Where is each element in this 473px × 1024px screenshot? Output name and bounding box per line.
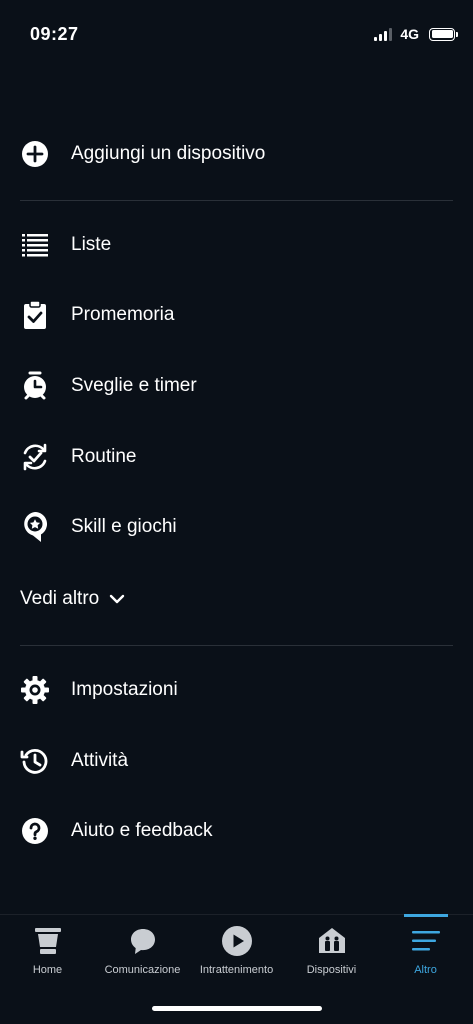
- status-time: 09:27: [30, 24, 79, 44]
- signal-strength-icon: [374, 27, 393, 41]
- menu-item-label: Aggiungi un dispositivo: [71, 143, 266, 164]
- divider: [20, 645, 453, 646]
- battery-icon: [429, 27, 458, 41]
- menu-item-label: Skill e giochi: [71, 516, 177, 537]
- tab-communication[interactable]: Comunicazione: [95, 915, 190, 985]
- status-indicators: 4G: [374, 26, 458, 42]
- plus-circle-icon: [20, 139, 50, 169]
- menu-item-settings[interactable]: Impostazioni: [0, 660, 473, 720]
- routine-check-icon: [20, 442, 50, 472]
- menu-item-label: Impostazioni: [71, 679, 178, 700]
- history-icon: [20, 746, 50, 776]
- tab-label: Dispositivi: [306, 964, 357, 976]
- menu-lines-icon: [410, 925, 442, 957]
- menu-item-label: Sveglie e timer: [71, 375, 197, 396]
- home-indicator[interactable]: [152, 1006, 322, 1011]
- menu-item-label: Promemoria: [71, 304, 175, 325]
- menu-item-label: Liste: [71, 234, 112, 255]
- menu-item-activity[interactable]: Attività: [0, 731, 473, 791]
- chevron-down-icon: [110, 594, 125, 604]
- divider: [20, 200, 453, 201]
- status-bar: 09:27 4G: [0, 0, 473, 70]
- tab-more[interactable]: Altro: [378, 915, 473, 985]
- menu-item-label: Aiuto e feedback: [71, 820, 213, 841]
- tab-label: Home: [32, 964, 63, 976]
- play-icon: [221, 925, 253, 957]
- home-echo-icon: [32, 925, 64, 957]
- gear-icon: [20, 675, 50, 705]
- menu-item-lists[interactable]: Liste: [0, 215, 473, 275]
- chat-bubble-icon: [127, 925, 159, 957]
- see-more-label: Vedi altro: [20, 588, 100, 609]
- help-icon: [20, 816, 50, 846]
- menu-item-label: Routine: [71, 446, 137, 467]
- menu-item-label: Attività: [71, 750, 129, 771]
- skill-star-icon: [20, 512, 50, 542]
- tab-label: Intrattenimento: [199, 964, 274, 976]
- devices-house-icon: [316, 925, 348, 957]
- menu-item-routines[interactable]: Routine: [0, 427, 473, 487]
- menu-item-add-device[interactable]: Aggiungi un dispositivo: [0, 124, 473, 184]
- tab-label: Comunicazione: [104, 964, 181, 976]
- menu-item-skills-games[interactable]: Skill e giochi: [0, 497, 473, 557]
- menu-item-help-feedback[interactable]: Aiuto e feedback: [0, 801, 473, 861]
- clipboard-check-icon: [20, 300, 50, 330]
- network-type: 4G: [400, 26, 419, 42]
- see-more-button[interactable]: Vedi altro: [20, 584, 125, 614]
- tab-label: Altro: [414, 964, 437, 976]
- menu-item-alarms-timers[interactable]: Sveglie e timer: [0, 356, 473, 416]
- tab-entertainment[interactable]: Intrattenimento: [189, 915, 284, 985]
- menu-item-reminders[interactable]: Promemoria: [0, 285, 473, 345]
- alarm-clock-icon: [20, 371, 50, 401]
- tab-devices[interactable]: Dispositivi: [284, 915, 379, 985]
- list-icon: [20, 230, 50, 260]
- tab-home[interactable]: Home: [0, 915, 95, 985]
